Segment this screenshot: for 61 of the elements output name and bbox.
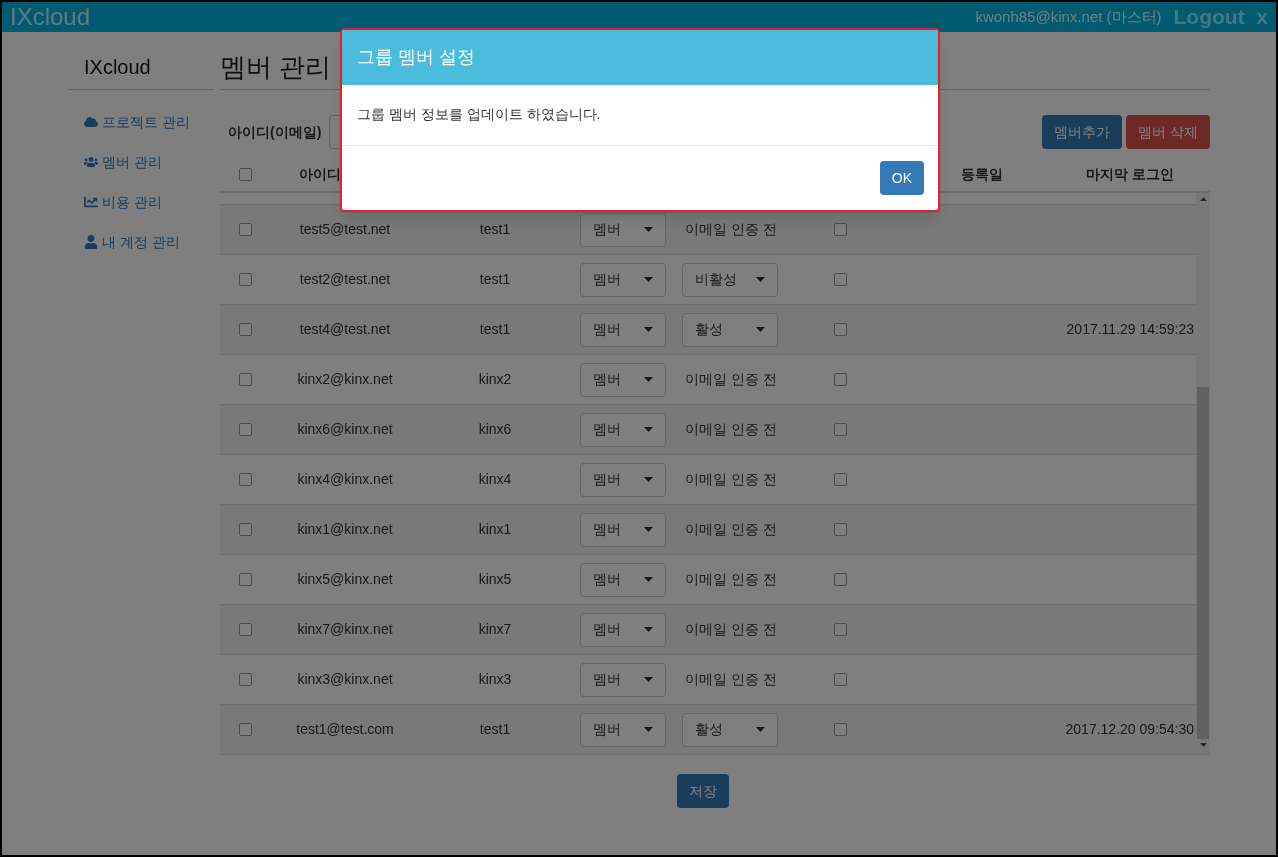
status-text: 이메일 인증 전 bbox=[685, 221, 777, 237]
dropdown[interactable]: 멤버 bbox=[580, 662, 666, 697]
name-cell-text: kinx7 bbox=[477, 620, 513, 639]
dropdown[interactable]: 멤버 bbox=[580, 312, 666, 347]
status-text: 이메일 인증 전 bbox=[685, 421, 777, 437]
sidebar-item[interactable]: 비용 관리 bbox=[84, 192, 214, 212]
last-login-cell-text: 2017.12.20 09:54:30 bbox=[1065, 720, 1194, 739]
dropdown[interactable]: 멤버 bbox=[580, 562, 666, 597]
name-cell-text: kinx2 bbox=[477, 370, 513, 389]
dropdown[interactable]: 멤버 bbox=[580, 462, 666, 497]
dropdown[interactable]: 멤버 bbox=[580, 412, 666, 447]
name-cell-text: test1 bbox=[478, 720, 512, 739]
sidebar-item[interactable]: 내 계정 관리 bbox=[84, 232, 214, 252]
delete-member-button[interactable]: 멤버 삭제 bbox=[1126, 115, 1210, 149]
sidebar-item[interactable]: 프로젝트 관리 bbox=[84, 112, 214, 132]
name-cell-text: kinx3 bbox=[477, 670, 513, 689]
column-header: 마지막 로그인 bbox=[1086, 165, 1174, 184]
ok-button[interactable]: OK bbox=[879, 161, 924, 195]
dropdown[interactable]: 활성 bbox=[682, 712, 778, 747]
sidebar-title: IXcloud bbox=[68, 52, 214, 90]
dropdown[interactable]: 비활성 bbox=[682, 262, 778, 297]
dropdown[interactable]: 멤버 bbox=[580, 362, 666, 397]
email-cell-text: test1@test.com bbox=[295, 720, 395, 739]
dropdown[interactable]: 멤버 bbox=[580, 262, 666, 297]
status-text: 이메일 인증 전 bbox=[685, 371, 777, 387]
dropdown[interactable]: 멤버 bbox=[580, 212, 666, 247]
name-cell-text: kinx6 bbox=[477, 420, 513, 439]
status-text: 이메일 인증 전 bbox=[685, 571, 777, 587]
email-cell-text: kinx3@kinx.net bbox=[296, 670, 394, 689]
email-cell-text: kinx4@kinx.net bbox=[296, 470, 394, 489]
status-text: 이메일 인증 전 bbox=[685, 671, 777, 687]
last-login-cell-text: 2017.11.29 14:59:23 bbox=[1066, 320, 1194, 339]
email-cell-text: kinx7@kinx.net bbox=[296, 620, 394, 639]
email-cell-text: test5@test.net bbox=[298, 220, 392, 239]
status-text: 이메일 인증 전 bbox=[685, 621, 777, 637]
filter-label: 아이디(이메일) bbox=[228, 122, 322, 142]
name-cell-text: kinx5 bbox=[477, 570, 513, 589]
column-header: 등록일 bbox=[961, 165, 1003, 184]
name-cell-text: test1 bbox=[478, 320, 512, 339]
name-cell-text: kinx1 bbox=[477, 520, 513, 539]
email-cell-text: kinx2@kinx.net bbox=[296, 370, 394, 389]
email-cell-text: kinx6@kinx.net bbox=[296, 420, 394, 439]
email-cell-text: kinx1@kinx.net bbox=[296, 520, 394, 539]
name-cell-text: test1 bbox=[478, 270, 512, 289]
dropdown[interactable]: 멤버 bbox=[580, 612, 666, 647]
email-cell-text: kinx5@kinx.net bbox=[296, 570, 394, 589]
dialog-message: 그룹 멤버 정보를 업데이트 하였습니다. bbox=[357, 106, 601, 122]
name-cell-text: test1 bbox=[478, 220, 512, 239]
dropdown[interactable]: 활성 bbox=[682, 312, 778, 347]
dropdown[interactable]: 멤버 bbox=[580, 512, 666, 547]
status-text: 이메일 인증 전 bbox=[685, 521, 777, 537]
sidebar-item[interactable]: 멤버 관리 bbox=[84, 152, 214, 172]
name-cell-text: kinx4 bbox=[477, 470, 513, 489]
column-header: 아이디 bbox=[299, 165, 341, 184]
dropdown[interactable]: 멤버 bbox=[580, 712, 666, 747]
save-button[interactable]: 저장 bbox=[677, 774, 729, 808]
email-cell-text: test2@test.net bbox=[298, 270, 392, 289]
add-member-button[interactable]: 멤버추가 bbox=[1042, 115, 1123, 149]
email-cell-text: test4@test.net bbox=[298, 320, 392, 339]
user-account: kwonh85@kinx.net (마스터) bbox=[975, 6, 1162, 27]
status-text: 이메일 인증 전 bbox=[685, 471, 777, 487]
